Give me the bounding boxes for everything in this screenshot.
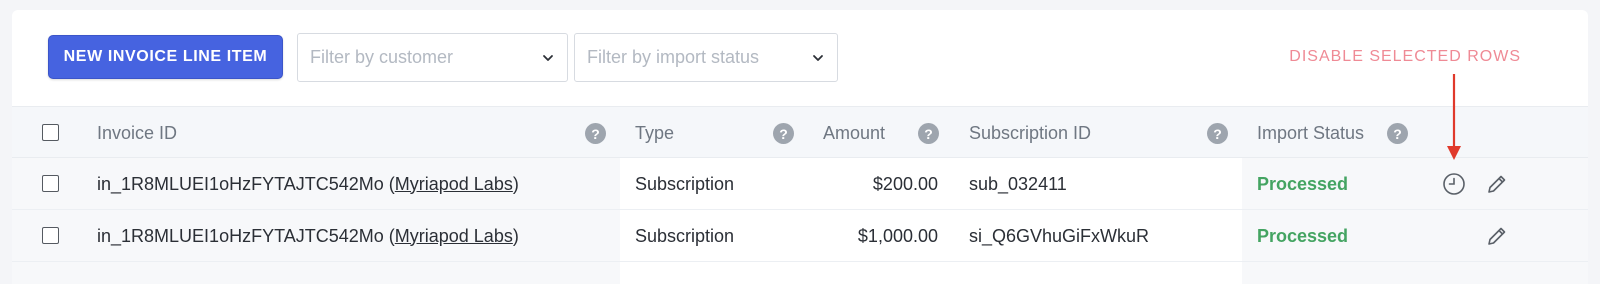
help-icon[interactable]: ?	[1387, 123, 1408, 144]
chevron-down-icon	[543, 55, 553, 61]
pencil-icon[interactable]	[1485, 172, 1509, 196]
clock-icon[interactable]	[1442, 172, 1466, 196]
help-icon[interactable]: ?	[773, 123, 794, 144]
subscription-id-cell: si_Q6GVhuGiFxWkuR	[969, 225, 1150, 246]
customer-link[interactable]: Myriapod Labs	[395, 226, 513, 247]
customer-filter-select[interactable]: Filter by customer	[297, 33, 568, 82]
toolbar: NEW INVOICE LINE ITEM Filter by customer…	[12, 10, 1588, 106]
invoice-id-cell: in_1R8MLUEI1oHzFYTAJTC542Mo ( Myriapod L…	[97, 210, 519, 262]
header-invoice-id[interactable]: Invoice ID	[97, 107, 177, 159]
arrow-down-icon	[1447, 74, 1461, 160]
pencil-icon[interactable]	[1485, 224, 1509, 248]
amount-cell: $200.00	[872, 173, 938, 194]
import-status-cell: Processed	[1257, 225, 1349, 246]
table-row: in_1R8MLUEI1oHzFYTAJTC542Mo ( Myriapod L…	[12, 210, 1588, 262]
new-invoice-line-item-button[interactable]: NEW INVOICE LINE ITEM	[48, 35, 283, 79]
invoice-id-cell: in_1R8MLUEI1oHzFYTAJTC542Mo ( Myriapod L…	[97, 158, 519, 210]
table-header: Invoice ID ? Type ? Amount ? Subscriptio…	[12, 106, 1588, 158]
help-icon[interactable]: ?	[585, 123, 606, 144]
help-icon[interactable]: ?	[1207, 123, 1228, 144]
import-status-filter-select[interactable]: Filter by import status	[574, 33, 838, 82]
cell-background	[1242, 262, 1588, 284]
select-all-checkbox[interactable]	[42, 124, 59, 141]
header-import-status[interactable]: Import Status	[1257, 107, 1364, 159]
invoice-id-suffix: )	[512, 225, 519, 246]
invoice-id-text: in_1R8MLUEI1oHzFYTAJTC542Mo (	[97, 225, 395, 246]
cell-background	[12, 262, 620, 284]
help-icon[interactable]: ?	[918, 123, 939, 144]
cell-background	[620, 262, 1242, 284]
header-amount[interactable]: Amount	[823, 107, 885, 159]
import-status-filter-placeholder: Filter by import status	[587, 47, 760, 67]
invoice-id-suffix: )	[512, 173, 519, 194]
header-type[interactable]: Type	[635, 107, 674, 159]
invoice-line-items-card: NEW INVOICE LINE ITEM Filter by customer…	[12, 10, 1588, 284]
customer-filter-placeholder: Filter by customer	[310, 47, 454, 67]
row-checkbox[interactable]	[42, 227, 59, 244]
customer-link[interactable]: Myriapod Labs	[395, 174, 513, 195]
type-cell: Subscription	[635, 173, 735, 194]
type-cell: Subscription	[635, 225, 735, 246]
table-row	[12, 262, 1588, 284]
invoice-id-text: in_1R8MLUEI1oHzFYTAJTC542Mo (	[97, 173, 395, 194]
amount-cell: $1,000.00	[857, 225, 938, 246]
subscription-id-cell: sub_032411	[969, 173, 1067, 194]
row-checkbox[interactable]	[42, 175, 59, 192]
import-status-cell: Processed	[1257, 173, 1349, 194]
disable-selected-rows-link[interactable]: DISABLE SELECTED ROWS	[1289, 48, 1521, 66]
chevron-down-icon	[813, 55, 823, 61]
table-row: in_1R8MLUEI1oHzFYTAJTC542Mo ( Myriapod L…	[12, 158, 1588, 210]
header-subscription-id[interactable]: Subscription ID	[969, 107, 1091, 159]
